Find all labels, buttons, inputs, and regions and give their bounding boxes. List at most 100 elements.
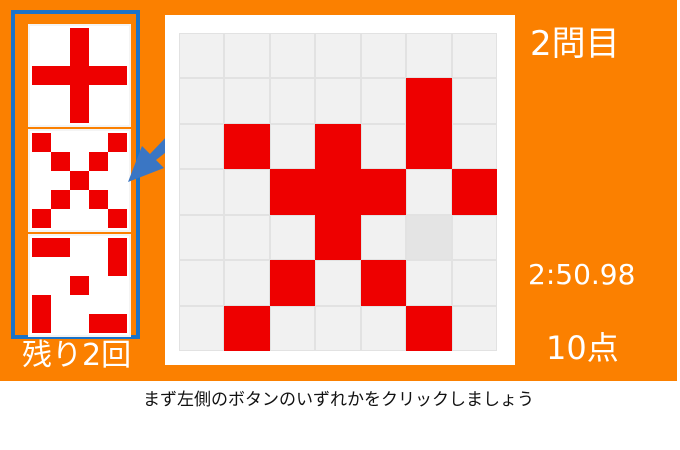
board-cell [179,78,225,124]
board-cell-filled [451,169,497,215]
pattern-cell [32,85,51,104]
board-cell [360,305,407,351]
pattern-cell [32,276,51,295]
pattern-cell-on [89,66,108,85]
pattern-cell-on [70,171,89,190]
pattern-cell [32,152,51,171]
pattern-cell-on [51,190,70,209]
board-cell [179,123,225,170]
pattern-cell [32,47,51,66]
pattern-cell [32,171,51,190]
pattern-cell [70,209,89,228]
option-button-plus[interactable] [28,24,131,127]
pattern-cell-on [51,238,70,257]
board-cell [224,260,270,306]
pattern-cell-on [89,190,108,209]
pattern-cell [51,133,70,152]
board-cell [224,214,270,261]
remaining-count: 残り2回 [22,338,132,373]
board-cell [179,305,225,351]
board-cell-filled [269,169,316,215]
board-cell [269,214,316,261]
pattern-cell-on [32,133,51,152]
board-cell [269,123,316,170]
board-cell-filled [406,123,452,170]
pattern-cell [70,190,89,209]
pattern-cell [108,295,127,314]
pattern-cell-on [108,257,127,276]
board-cell-filled [360,169,407,215]
pattern-cell [89,47,108,66]
board-cell [179,33,225,79]
pattern-cell-on [108,209,127,228]
board-cell [224,33,270,79]
pattern-cell-on [51,152,70,171]
board-cell [179,260,225,306]
pattern-cell [70,257,89,276]
pattern-cell [89,85,108,104]
board-cell [406,260,452,306]
pattern-cell [32,257,51,276]
board-cell [315,260,361,306]
board-cell [269,305,316,351]
board-cell [315,78,361,124]
board-cell [179,169,225,215]
board-cell-filled [406,305,452,351]
board-cell [406,33,452,79]
board-cell [451,260,497,306]
pattern-cell-on [70,47,89,66]
board-cell-filled [224,305,270,351]
pattern-cell [89,295,108,314]
pattern-cell [89,276,108,295]
score: 10点 [546,329,619,367]
pattern-cell [51,85,70,104]
pattern-cell-on [70,276,89,295]
pattern-cell [51,28,70,47]
option-button-corner[interactable] [28,234,131,337]
pattern-cell [70,133,89,152]
board-cell [360,123,407,170]
board-cell [451,78,497,124]
board-cell [360,214,407,261]
pattern-cell [51,314,70,333]
pattern-cell [89,133,108,152]
board-cell [224,78,270,124]
pattern-cell-on [89,314,108,333]
pattern-cell [51,257,70,276]
board-cell [406,214,452,261]
pattern-cell [51,295,70,314]
pattern-cell-on [70,66,89,85]
pattern-cell-on [32,314,51,333]
board-cell [406,169,452,215]
pattern-cell [89,257,108,276]
option-pattern [32,133,127,228]
option-button-x[interactable] [28,129,131,232]
board-cell-filled [406,78,452,124]
target-board [179,33,497,351]
board-cell-filled [315,169,361,215]
board-cell [269,78,316,124]
pattern-cell [89,28,108,47]
board-cell [179,214,225,261]
board-cell-filled [360,260,407,306]
option-pattern [32,238,127,333]
board-cell [360,33,407,79]
pattern-cell-on [89,152,108,171]
pattern-cell-on [70,104,89,123]
pattern-cell-on [32,295,51,314]
pattern-cell [32,190,51,209]
pattern-cell [89,104,108,123]
board-cell-filled [315,214,361,261]
pattern-cell-on [108,66,127,85]
board-cell [224,169,270,215]
game-panel: 残り2回 2問目 2:50.98 10点 [0,0,677,381]
pattern-cell [51,209,70,228]
board-cell [315,33,361,79]
pattern-cell [89,238,108,257]
pattern-cell [89,171,108,190]
pattern-cell [51,104,70,123]
pattern-cell-on [32,209,51,228]
board-cell [360,78,407,124]
pattern-cell [108,28,127,47]
board-cell [451,305,497,351]
